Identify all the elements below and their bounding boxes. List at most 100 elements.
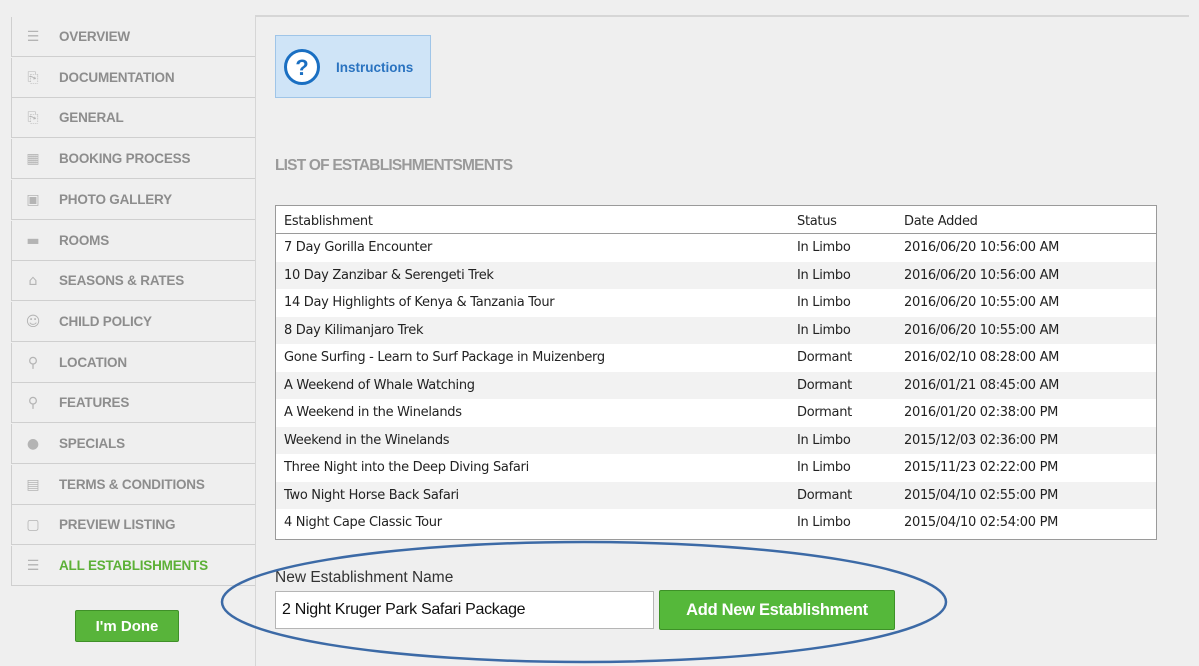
sidebar-item-overview[interactable]: ☰ OVERVIEW xyxy=(11,17,255,57)
sidebar-nav: ☰ OVERVIEW ⎘ DOCUMENTATION ⎘ GENERAL ▦ BOOKING … xyxy=(0,17,255,666)
establishment-cell: Gone Surfing - Learn to Surf Package in … xyxy=(284,350,605,365)
table-row[interactable]: 10 Day Zanzibar & Serengeti Trek In Limbo… xyxy=(276,261,1156,289)
preview-icon: ▢ xyxy=(26,517,40,534)
status-cell: In Limbo xyxy=(797,295,851,310)
sidebar-item-label: OVERVIEW xyxy=(59,29,130,44)
status-cell: Dormant xyxy=(797,377,852,393)
clipboard-icon: ▤ xyxy=(26,476,40,493)
table-row[interactable]: 4 Night Cape Classic Tour In Limbo 2015/04… xyxy=(276,509,1156,537)
table-row[interactable]: Weekend in the Winelands In Limbo 2015/12/… xyxy=(276,426,1156,454)
establishment-cell: Three Night into the Deep Diving Safari xyxy=(284,460,529,475)
table-row[interactable]: Two Night Horse Back Safari Dormant 2015/0… xyxy=(276,481,1156,509)
sidebar-item-label: LOCATION xyxy=(59,354,127,370)
sidebar-item-label: TERMS & CONDITIONS xyxy=(59,476,205,492)
table-row[interactable]: Three Night into the Deep Diving Safari I… xyxy=(276,454,1156,482)
date-added-cell: 2016/06/20 10:55:00 AM xyxy=(904,322,1060,338)
documents-icon: ⎘ xyxy=(27,69,39,86)
establishment-cell: Two Night Horse Back Safari xyxy=(284,487,459,503)
date-added-cell: 2016/06/20 10:55:00 AM xyxy=(904,295,1060,310)
establishment-cell: 8 Day Kilimanjaro Trek xyxy=(284,322,424,338)
instructions-label: Instructions xyxy=(336,60,414,75)
status-cell: In Limbo xyxy=(797,460,851,475)
sidebar-item-specials[interactable]: ● SPECIALS xyxy=(11,424,255,464)
date-added-cell: 2016/06/20 10:56:00 AM xyxy=(904,240,1060,255)
column-header-status[interactable]: Status xyxy=(797,214,837,229)
sidebar-item-general[interactable]: ⎘ GENERAL xyxy=(11,98,255,139)
establishment-cell: 10 Day Zanzibar & Serengeti Trek xyxy=(284,267,494,283)
column-header-establishment[interactable]: Establishment xyxy=(284,214,373,229)
magnifier-icon: ⚲ xyxy=(27,395,39,412)
top-divider xyxy=(255,15,1189,17)
status-cell: Dormant xyxy=(797,405,852,420)
date-added-cell: 2015/04/10 02:54:00 PM xyxy=(904,515,1059,530)
sidebar-item-child-policy[interactable]: ☺ CHILD POLICY xyxy=(11,301,255,342)
sidebar-item-label: SPECIALS xyxy=(59,436,125,451)
column-header-date-added[interactable]: Date Added xyxy=(904,214,978,229)
highlight-oval xyxy=(220,540,948,664)
date-added-cell: 2016/01/20 02:38:00 PM xyxy=(904,405,1059,420)
establishment-cell: 14 Day Highlights of Kenya & Tanzania To… xyxy=(284,295,555,310)
sidebar-item-label: ROOMS xyxy=(59,232,110,248)
status-cell: In Limbo xyxy=(797,432,851,448)
pin-icon: ⚲ xyxy=(27,354,39,371)
status-cell: In Limbo xyxy=(797,322,851,338)
sidebar-item-all-establishments[interactable]: ☰ ALL ESTABLISHMENTS xyxy=(11,546,255,587)
sidebar-item-label: BOOKING PROCESS xyxy=(59,151,191,167)
table-row[interactable]: Gone Surfing - Learn to Surf Package in … xyxy=(276,344,1156,372)
date-added-cell: 2015/12/03 02:36:00 PM xyxy=(904,432,1059,448)
status-cell: Dormant xyxy=(797,487,852,503)
sidebar-item-label: PHOTO GALLERY xyxy=(59,191,172,207)
sidebar-item-photo-gallery[interactable]: ▣ PHOTO GALLERY xyxy=(11,179,255,220)
status-cell: In Limbo xyxy=(797,515,851,530)
table-row[interactable]: A Weekend of Whale Watching Dormant 2016/0… xyxy=(276,371,1156,399)
house-icon: ⌂ xyxy=(28,273,38,290)
establishment-cell: 4 Night Cape Classic Tour xyxy=(284,515,442,530)
date-added-cell: 2016/02/10 08:28:00 AM xyxy=(904,350,1060,365)
establishment-cell: Weekend in the Winelands xyxy=(284,432,450,448)
badge-icon: ● xyxy=(26,436,40,452)
establishment-cell: A Weekend of Whale Watching xyxy=(284,377,475,393)
sidebar-item-label: ALL ESTABLISHMENTS xyxy=(59,558,208,574)
date-added-cell: 2016/06/20 10:56:00 AM xyxy=(904,267,1060,283)
establishments-table: Establishment Status Date Added 7 Day Go… xyxy=(275,205,1157,540)
table-row[interactable]: A Weekend in the Winelands Dormant 2016/01… xyxy=(276,399,1156,427)
sidebar-item-features[interactable]: ⚲ FEATURES xyxy=(11,383,255,424)
question-mark-icon: ? xyxy=(284,49,320,85)
table-header: Establishment Status Date Added xyxy=(276,206,1156,234)
sidebar-item-seasons-and-rates[interactable]: ⌂ SEASONS & RATES xyxy=(11,261,255,302)
sidebar-item-label: CHILD POLICY xyxy=(59,313,152,329)
status-cell: Dormant xyxy=(797,350,852,365)
highlight-ellipse xyxy=(220,540,948,664)
list-icon: ☰ xyxy=(26,558,40,575)
date-added-cell: 2016/01/21 08:45:00 AM xyxy=(904,377,1060,393)
gallery-icon: ▣ xyxy=(26,191,40,208)
table-row[interactable]: 14 Day Highlights of Kenya & Tanzania To… xyxy=(276,289,1156,317)
smiley-icon: ☺ xyxy=(25,313,41,330)
instructions-button[interactable]: ? Instructions xyxy=(275,35,431,98)
sidebar-item-booking-process[interactable]: ▦ BOOKING PROCESS xyxy=(11,139,255,180)
table-row[interactable]: 8 Day Kilimanjaro Trek In Limbo 2016/06/20… xyxy=(276,316,1156,344)
sidebar-item-label: GENERAL xyxy=(59,110,124,126)
sidebar-item-terms-and-conditions[interactable]: ▤ TERMS & CONDITIONS xyxy=(11,464,255,505)
sidebar-item-location[interactable]: ⚲ LOCATION xyxy=(11,342,255,383)
status-cell: In Limbo xyxy=(797,240,851,255)
date-added-cell: 2015/11/23 02:22:00 PM xyxy=(904,460,1059,475)
bed-icon: ▬ xyxy=(26,232,40,249)
sidebar-item-documentation[interactable]: ⎘ DOCUMENTATION xyxy=(11,57,255,98)
sidebar-item-label: FEATURES xyxy=(59,395,130,411)
im-done-button[interactable]: I'm Done xyxy=(75,610,179,642)
calendar-icon: ▦ xyxy=(26,151,40,168)
sidebar-item-label: DOCUMENTATION xyxy=(59,69,175,85)
sidebar-item-preview-listing[interactable]: ▢ PREVIEW LISTING xyxy=(11,505,255,546)
documents-icon: ⎘ xyxy=(27,110,39,127)
sidebar-item-label: PREVIEW LISTING xyxy=(59,517,176,533)
sidebar-item-label: SEASONS & RATES xyxy=(59,273,185,289)
sidebar-item-rooms[interactable]: ▬ ROOMS xyxy=(11,220,255,261)
date-added-cell: 2015/04/10 02:55:00 PM xyxy=(904,487,1059,503)
table-row[interactable]: 7 Day Gorilla Encounter In Limbo 2016/06/2… xyxy=(276,234,1156,262)
establishment-cell: 7 Day Gorilla Encounter xyxy=(284,240,433,255)
list-title: LIST OF ESTABLISHMENTSMENTS xyxy=(275,157,513,174)
list-icon: ☰ xyxy=(26,29,40,45)
status-cell: In Limbo xyxy=(797,267,851,283)
establishment-cell: A Weekend in the Winelands xyxy=(284,405,462,420)
